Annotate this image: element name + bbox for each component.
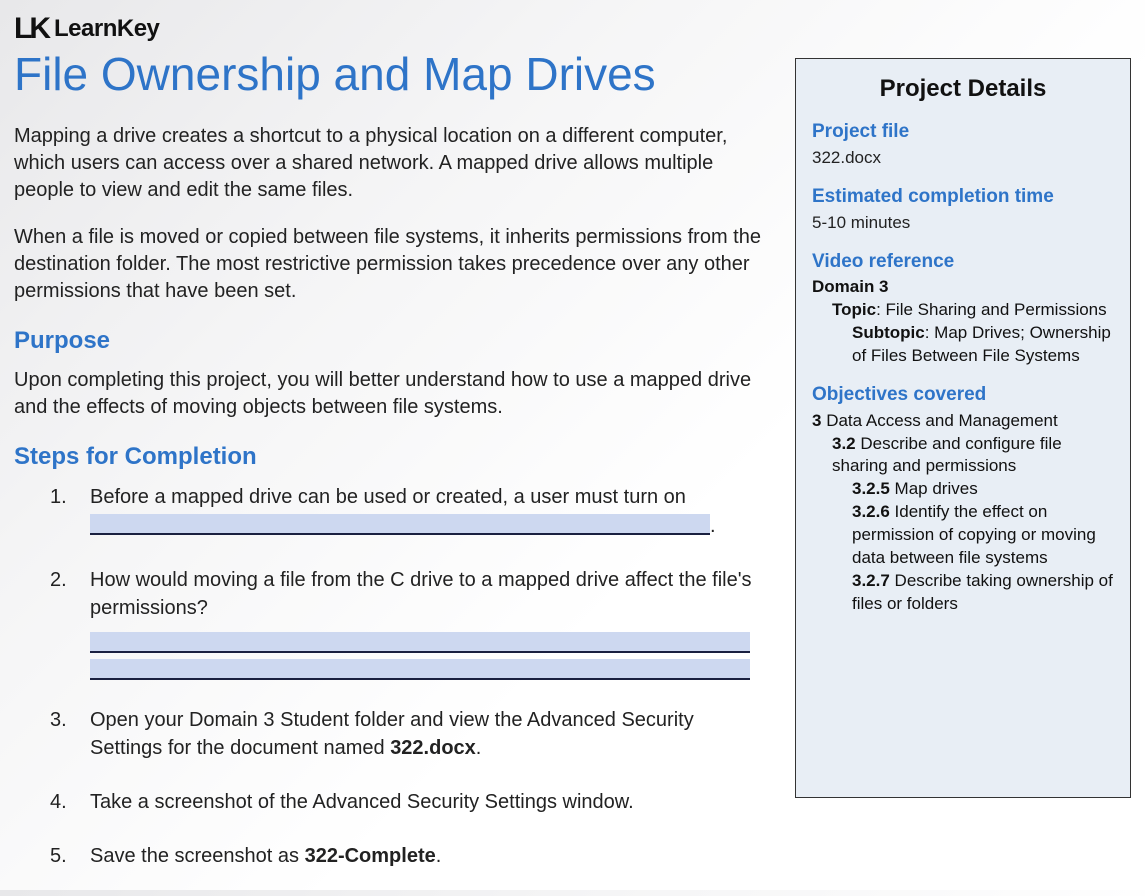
step-4-text: Take a screenshot of the Advanced Securi… <box>90 791 634 813</box>
steps-heading: Steps for Completion <box>14 443 767 471</box>
brand-mark-icon: LK <box>14 14 48 44</box>
step-4: Take a screenshot of the Advanced Securi… <box>14 788 766 816</box>
intro-paragraph-1: Mapping a drive creates a shortcut to a … <box>14 123 764 204</box>
step-5-suffix: . <box>436 845 442 867</box>
main-column: LK LearnKey File Ownership and Map Drive… <box>14 14 767 896</box>
objective-3-2-text: Describe and configure file sharing and … <box>832 434 1062 476</box>
step-1: Before a mapped drive can be used or cre… <box>14 483 766 540</box>
objective-3-2: 3.2 Describe and configure file sharing … <box>832 433 1114 479</box>
step-5-filename: 322-Complete <box>305 845 436 867</box>
video-subtopic: Subtopic: Map Drives; Ownership of Files… <box>852 322 1114 368</box>
intro-paragraph-2: When a file is moved or copied between f… <box>14 224 764 305</box>
panel-title: Project Details <box>812 73 1114 105</box>
time-label: Estimated completion time <box>812 184 1114 210</box>
objective-3-2-6-num: 3.2.6 <box>852 502 890 521</box>
steps-list: Before a mapped drive can be used or cre… <box>14 483 766 870</box>
objective-3-2-6: 3.2.6 Identify the effect on permission … <box>852 501 1114 570</box>
objective-3-2-5-text: Map drives <box>895 479 978 498</box>
fill-blank-2a[interactable] <box>90 632 750 653</box>
objective-3-2-7: 3.2.7 Describe taking ownership of files… <box>852 570 1114 616</box>
video-topic-value: File Sharing and Permissions <box>886 300 1107 319</box>
step-5-prefix: Save the screenshot as <box>90 845 305 867</box>
video-reference-label: Video reference <box>812 249 1114 275</box>
page-title: File Ownership and Map Drives <box>14 48 767 101</box>
time-value: 5-10 minutes <box>812 212 1114 235</box>
objective-root: 3 Data Access and Management <box>812 410 1114 433</box>
objectives-label: Objectives covered <box>812 382 1114 408</box>
project-file-label: Project file <box>812 119 1114 145</box>
brand-name: LearnKey <box>54 15 159 43</box>
purpose-text: Upon completing this project, you will b… <box>14 367 764 421</box>
project-details-panel: Project Details Project file 322.docx Es… <box>795 58 1131 798</box>
project-file-value: 322.docx <box>812 147 1114 170</box>
objective-3-2-7-text: Describe taking ownership of files or fo… <box>852 571 1113 613</box>
objective-3-2-5-num: 3.2.5 <box>852 479 890 498</box>
objective-root-text: Data Access and Management <box>826 411 1058 430</box>
video-topic: Topic: File Sharing and Permissions <box>832 299 1114 322</box>
video-domain: Domain 3 <box>812 276 1114 299</box>
step-2-text: How would moving a file from the C drive… <box>90 569 752 619</box>
fill-blank-1[interactable] <box>90 514 710 535</box>
purpose-heading: Purpose <box>14 327 767 355</box>
step-3: Open your Domain 3 Student folder and vi… <box>14 706 766 762</box>
objective-3-2-7-num: 3.2.7 <box>852 571 890 590</box>
step-3-filename: 322.docx <box>390 737 476 759</box>
step-5: Save the screenshot as 322-Complete. <box>14 842 766 870</box>
objectives-block: 3 Data Access and Management 3.2 Describ… <box>812 410 1114 616</box>
video-reference-block: Domain 3 Topic: File Sharing and Permiss… <box>812 276 1114 368</box>
step-3-suffix: . <box>476 737 482 759</box>
video-topic-label: Topic <box>832 300 876 319</box>
objective-3-2-num: 3.2 <box>832 434 856 453</box>
objective-root-num: 3 <box>812 411 821 430</box>
video-subtopic-label: Subtopic <box>852 323 925 342</box>
objective-3-2-5: 3.2.5 Map drives <box>852 478 1114 501</box>
fill-blank-2b[interactable] <box>90 659 750 680</box>
step-1-suffix: . <box>710 515 716 537</box>
step-2: How would moving a file from the C drive… <box>14 566 766 680</box>
step-1-text: Before a mapped drive can be used or cre… <box>90 486 686 508</box>
brand: LK LearnKey <box>14 14 767 44</box>
